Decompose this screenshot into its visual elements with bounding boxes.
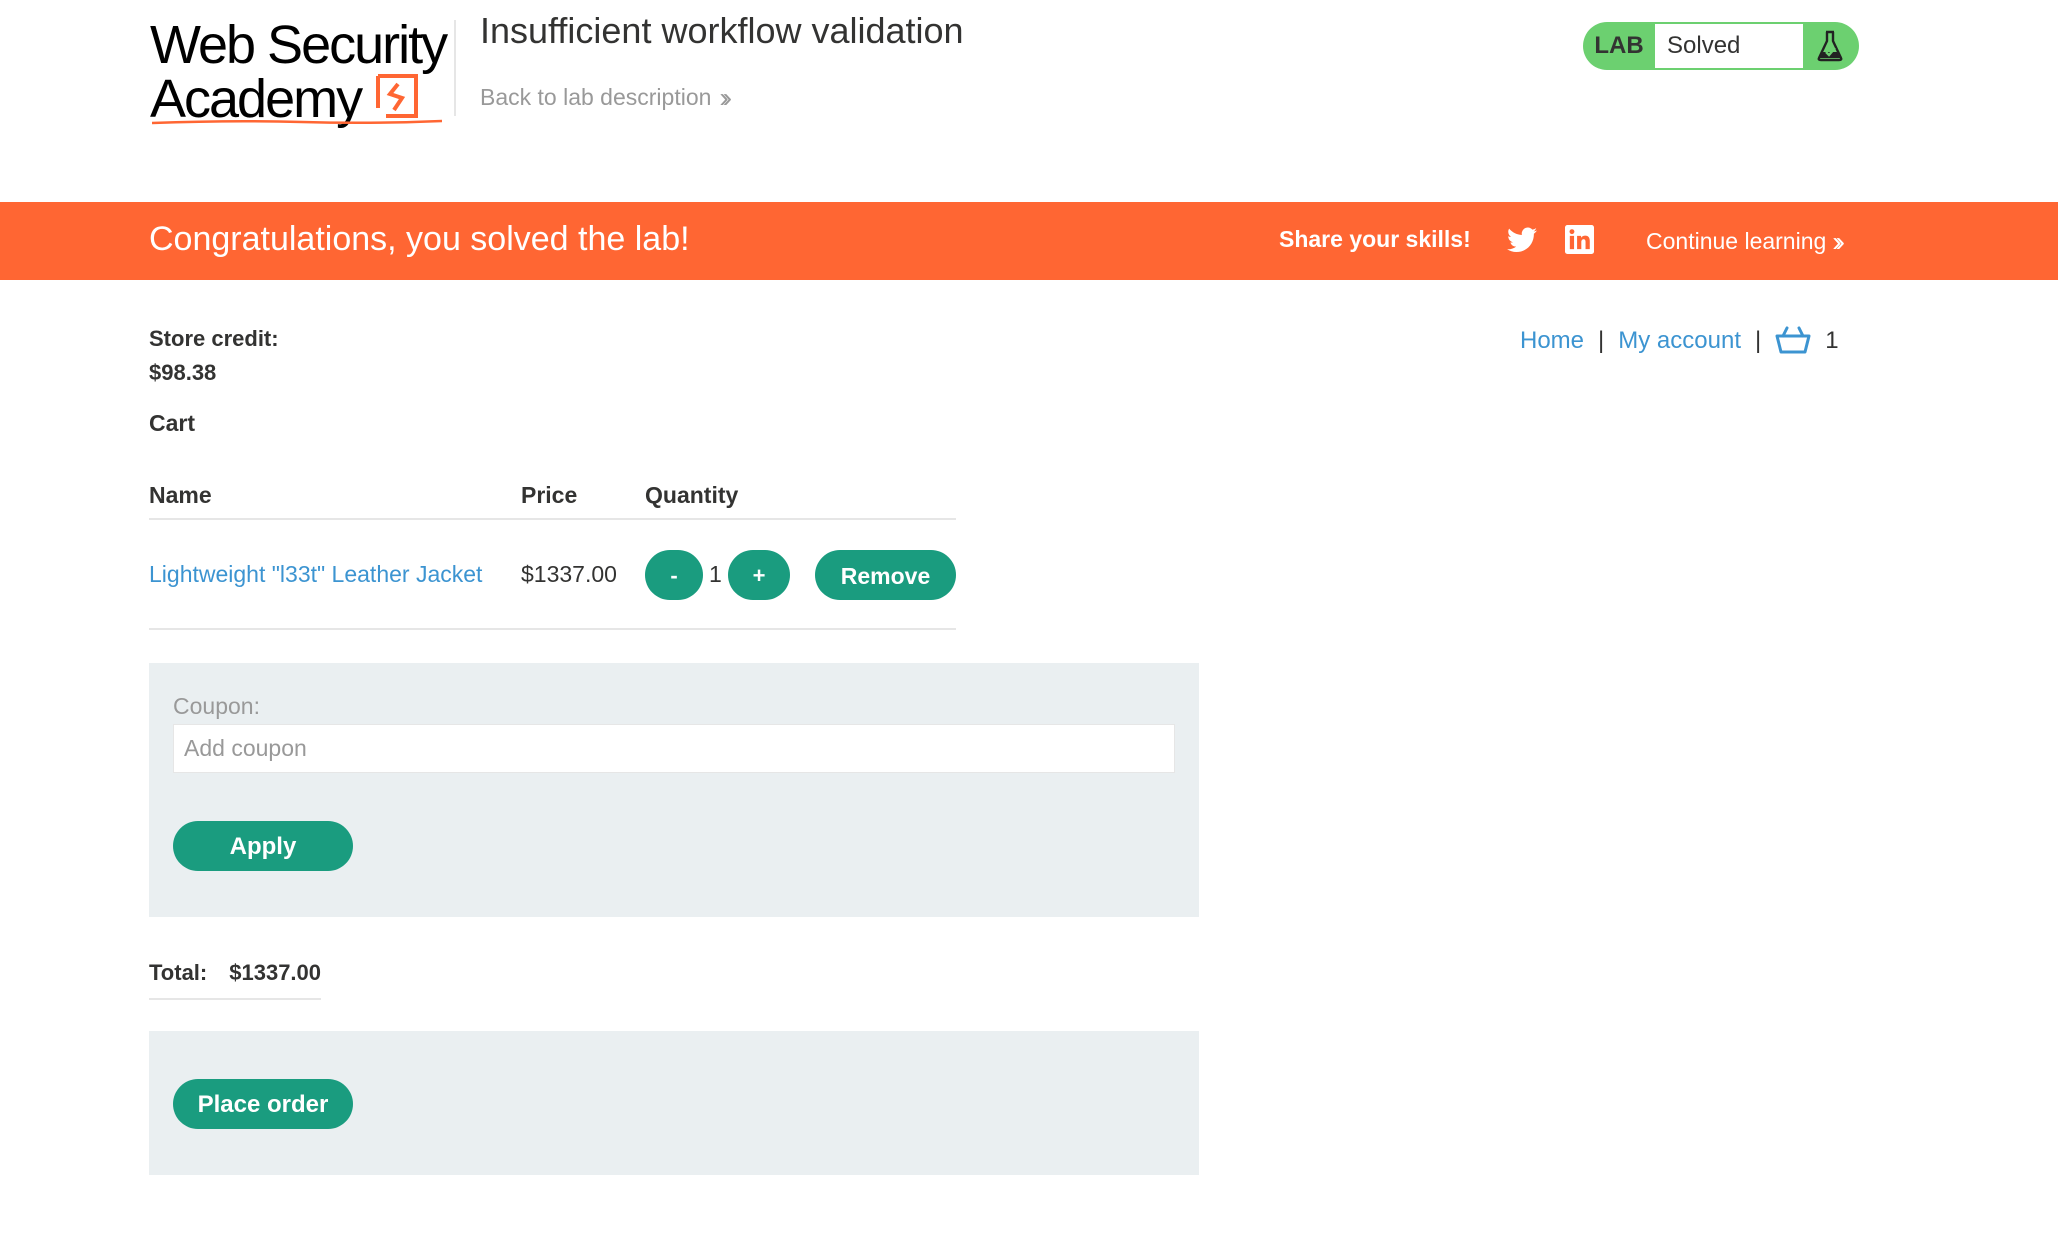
back-to-lab-description-link[interactable]: Back to lab description ›› bbox=[480, 82, 732, 114]
share-skills-text: Share your skills! bbox=[1279, 226, 1471, 252]
congratulations-message: Congratulations, you solved the lab! bbox=[149, 220, 690, 258]
shopping-basket-icon[interactable] bbox=[1775, 324, 1811, 354]
column-header-price: Price bbox=[521, 482, 578, 508]
product-name-link[interactable]: Lightweight "l33t" Leather Jacket bbox=[149, 561, 482, 588]
checkout-form: Place order bbox=[149, 1031, 1199, 1175]
nav-my-account-link[interactable]: My account bbox=[1618, 327, 1741, 354]
back-link-label: Back to lab description bbox=[480, 84, 712, 110]
table-header-divider bbox=[149, 518, 956, 520]
coupon-label: Coupon: bbox=[173, 693, 260, 719]
apply-coupon-button[interactable]: Apply bbox=[173, 821, 353, 871]
double-chevron-right-icon: ›› bbox=[1832, 226, 1844, 257]
double-chevron-right-icon: ›› bbox=[719, 82, 731, 113]
place-order-button[interactable]: Place order bbox=[173, 1079, 353, 1129]
flask-icon bbox=[1817, 30, 1843, 62]
nav-home-link[interactable]: Home bbox=[1520, 327, 1584, 354]
coupon-form: Coupon: Apply bbox=[149, 663, 1199, 917]
order-total: Total: $1337.00 bbox=[149, 960, 322, 1000]
cart-heading: Cart bbox=[149, 410, 196, 436]
lab-title: Insufficient workflow validation bbox=[480, 10, 964, 51]
store-credit-label: Store credit: bbox=[149, 326, 279, 351]
web-security-academy-logo[interactable]: Web Security Academy bbox=[150, 18, 450, 128]
column-header-name: Name bbox=[149, 482, 212, 508]
continue-learning-label: Continue learning bbox=[1646, 228, 1827, 254]
product-quantity: 1 bbox=[709, 561, 722, 587]
lab-status-widget: LAB Solved bbox=[1583, 22, 1859, 70]
top-navigation: Home | My account | 1 bbox=[1520, 324, 1839, 355]
logo-mark-icon bbox=[376, 74, 418, 118]
nav-separator: | bbox=[1598, 327, 1605, 354]
decrease-quantity-button[interactable]: - bbox=[645, 550, 703, 600]
twitter-icon[interactable] bbox=[1507, 226, 1537, 254]
lab-badge: LAB bbox=[1594, 32, 1644, 59]
remove-item-button[interactable]: Remove bbox=[815, 550, 956, 600]
store-credit-value: $98.38 bbox=[149, 360, 217, 385]
solved-banner: Congratulations, you solved the lab! Sha… bbox=[0, 202, 2058, 280]
continue-learning-link[interactable]: Continue learning ›› bbox=[1646, 226, 1845, 258]
column-header-quantity: Quantity bbox=[645, 482, 739, 508]
nav-separator: | bbox=[1754, 327, 1762, 354]
total-label: Total: bbox=[149, 960, 208, 985]
logo-underline bbox=[152, 119, 442, 125]
increase-quantity-button[interactable]: + bbox=[728, 550, 790, 600]
total-value: $1337.00 bbox=[229, 960, 322, 985]
coupon-input[interactable] bbox=[173, 724, 1175, 773]
table-row-divider bbox=[149, 628, 956, 630]
header-divider bbox=[454, 20, 456, 116]
lab-status-text: Solved bbox=[1655, 24, 1803, 68]
logo-line-1: Web Security bbox=[150, 15, 448, 75]
cart-count: 1 bbox=[1825, 327, 1839, 354]
linkedin-icon[interactable] bbox=[1565, 225, 1594, 254]
product-price: $1337.00 bbox=[521, 561, 617, 587]
